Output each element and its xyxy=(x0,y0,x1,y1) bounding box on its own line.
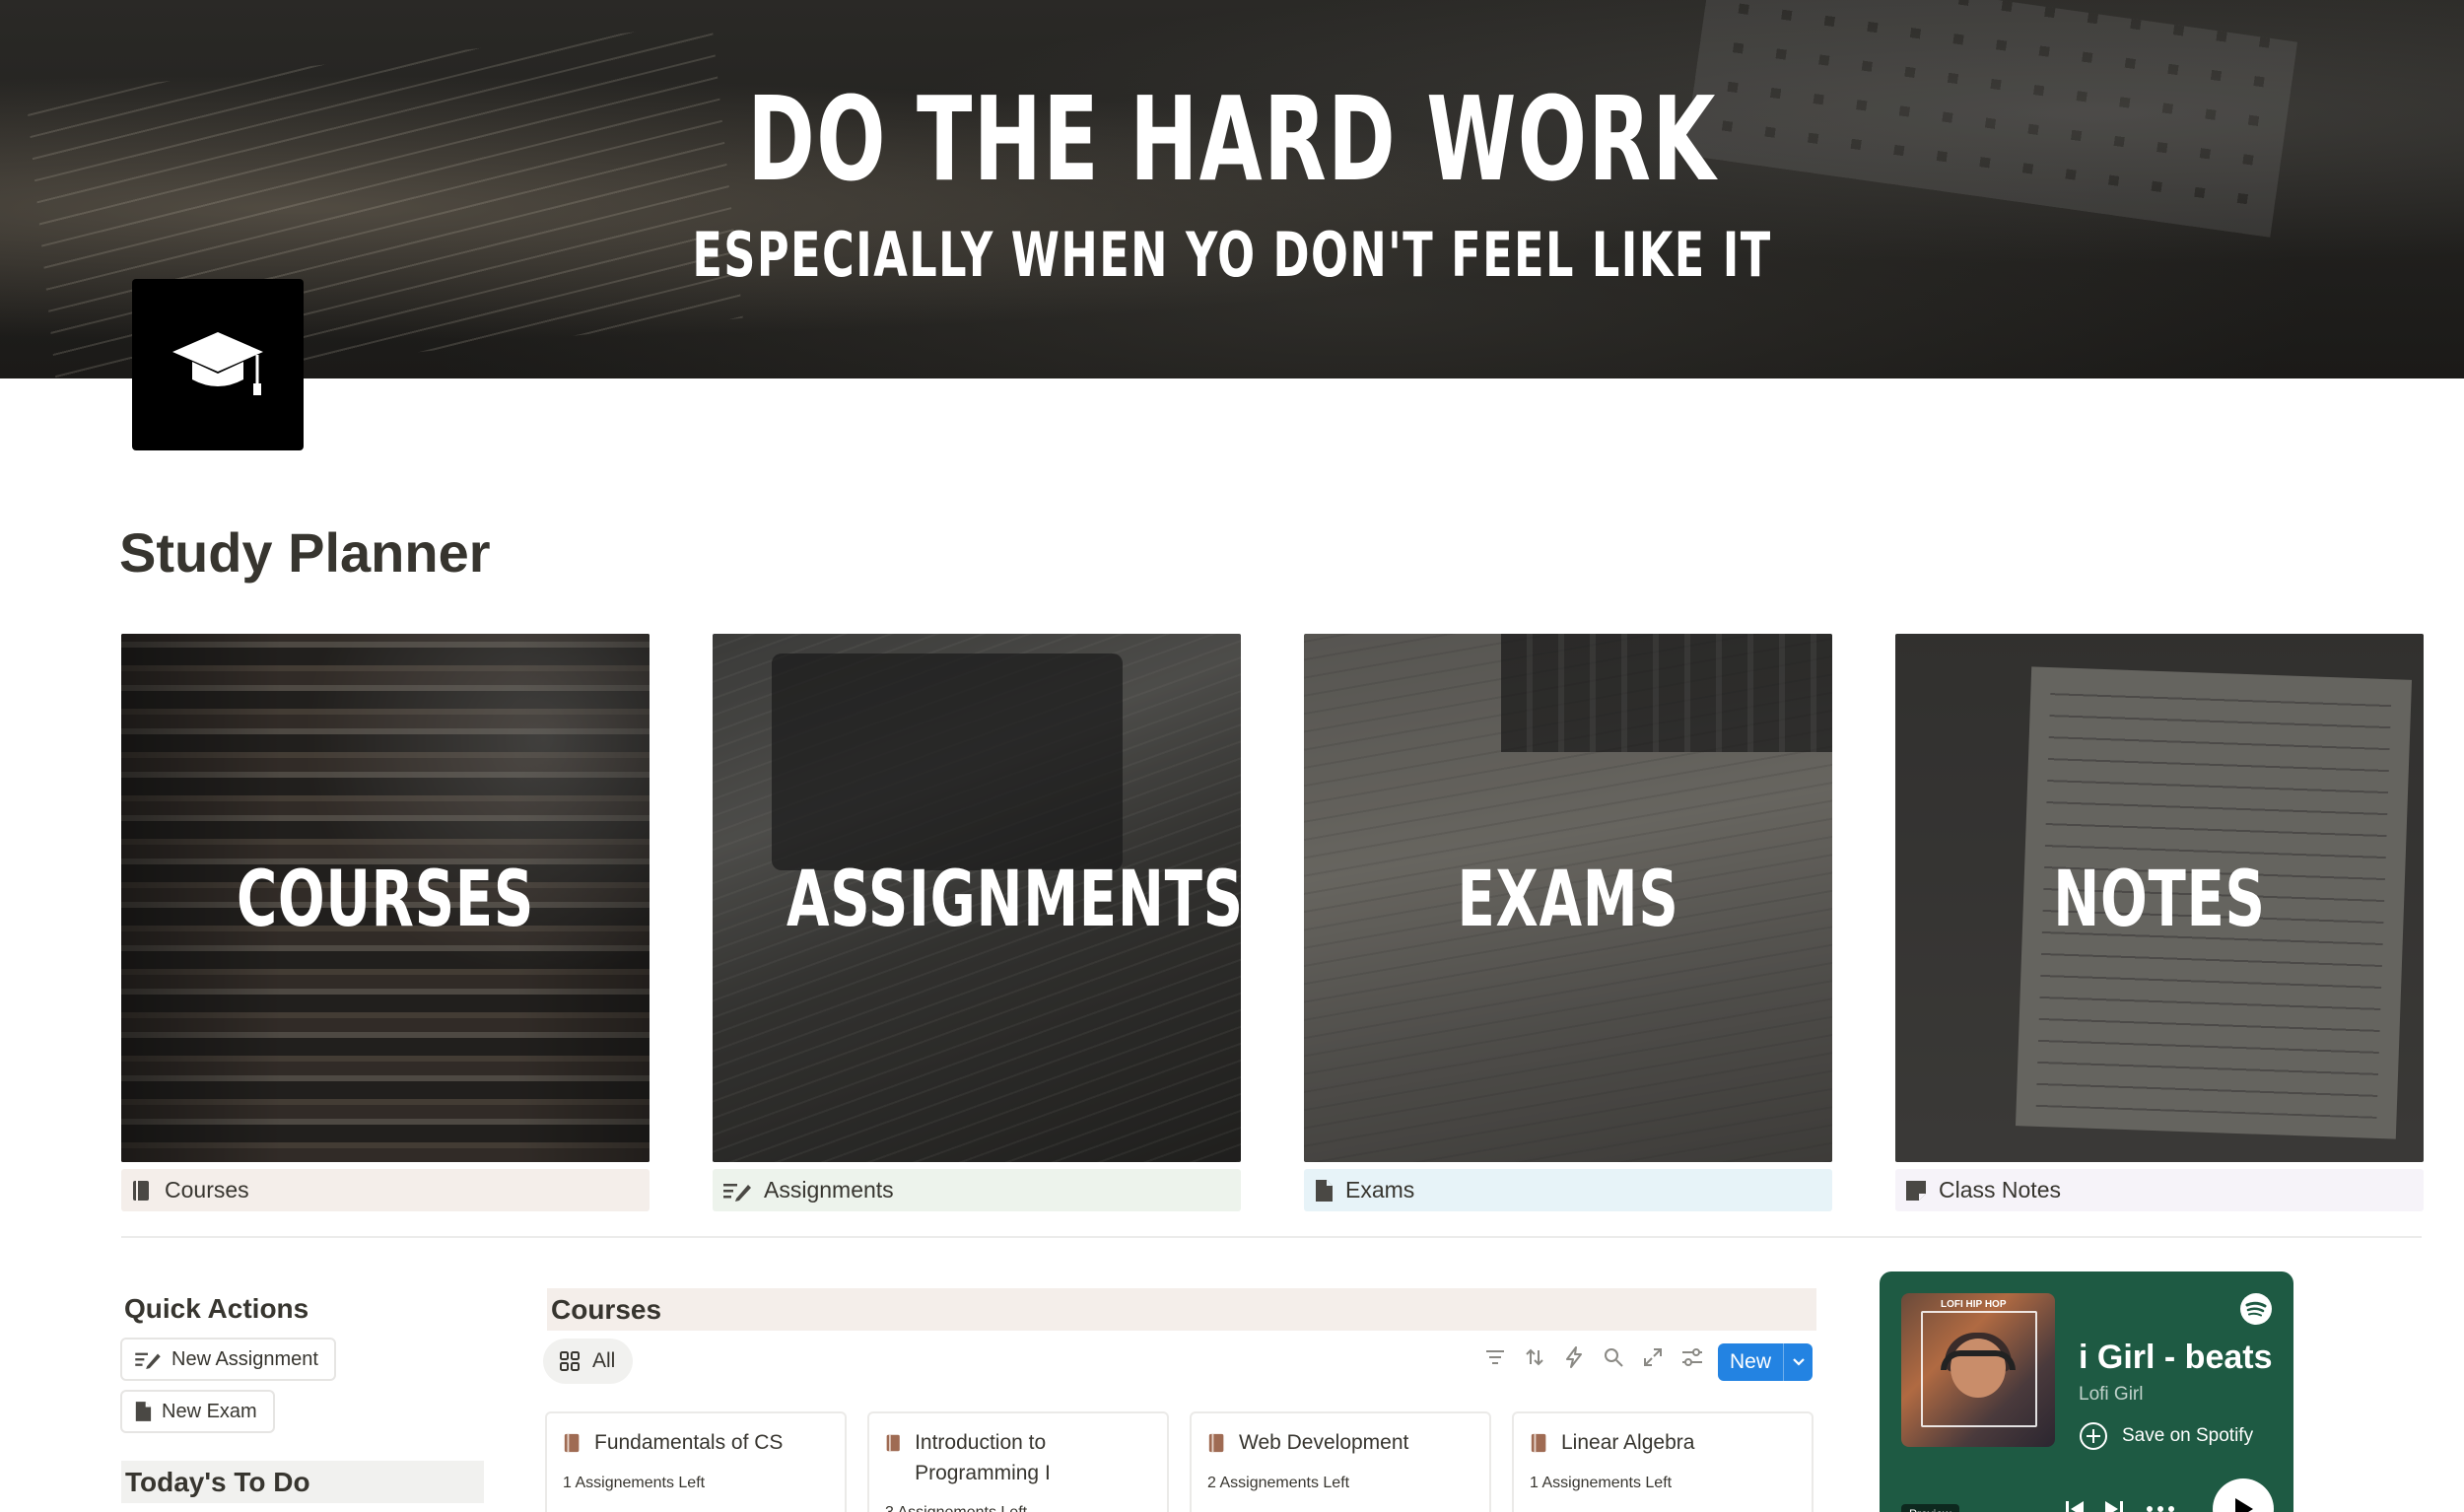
exams-card-label: EXAMS xyxy=(1457,856,1679,944)
course-name: Linear Algebra xyxy=(1561,1431,1695,1454)
book-icon xyxy=(1208,1433,1224,1453)
exams-link-label: Exams xyxy=(1345,1177,1415,1203)
assignments-cover-image[interactable]: ASSIGNMENTS xyxy=(713,634,1241,1162)
document-icon xyxy=(1316,1179,1333,1202)
new-assignment-label: New Assignment xyxy=(171,1347,318,1370)
courses-cover-image[interactable]: COURSES xyxy=(121,634,650,1162)
page-icon[interactable] xyxy=(132,279,304,450)
exams-card[interactable]: EXAMS Exams xyxy=(1304,634,1832,1211)
spotify-embed[interactable]: LOFI HIP HOP i Girl - beats Lofi Girl Sa… xyxy=(1880,1271,2293,1512)
pencil-lines-icon xyxy=(135,1352,161,1369)
save-on-spotify-label: Save on Spotify xyxy=(2122,1425,2254,1446)
expand-icon[interactable] xyxy=(1640,1344,1666,1370)
book-icon xyxy=(564,1433,580,1453)
album-art-tag: LOFI HIP HOP xyxy=(1941,1299,2007,1310)
gallery-grid-icon xyxy=(560,1351,580,1371)
class-notes-link[interactable]: Class Notes xyxy=(1895,1169,2424,1211)
course-assignments-left: 1 Assignements Left xyxy=(563,1475,706,1491)
save-on-spotify-button[interactable]: Save on Spotify xyxy=(2079,1421,2253,1451)
course-assignments-left: 3 Assignements Left xyxy=(885,1504,1027,1512)
pencil-lines-icon xyxy=(723,1183,751,1202)
book-icon xyxy=(133,1180,149,1201)
spotify-logo-icon[interactable] xyxy=(2240,1293,2272,1330)
search-icon[interactable] xyxy=(1601,1344,1626,1370)
course-assignments-left: 2 Assignements Left xyxy=(1207,1475,1350,1491)
graduation-cap-icon xyxy=(172,332,263,395)
chevron-down-icon[interactable] xyxy=(1784,1357,1813,1367)
playback-controls: Preview xyxy=(1901,1465,2274,1512)
course-card[interactable]: Introduction to Programming I 3 Assignem… xyxy=(867,1411,1169,1512)
automation-bolt-icon[interactable] xyxy=(1561,1344,1587,1370)
more-options-icon[interactable] xyxy=(2146,1504,2175,1512)
next-track-icon[interactable] xyxy=(2103,1498,2125,1512)
filter-icon[interactable] xyxy=(1482,1344,1508,1370)
assignments-card-label: ASSIGNMENTS xyxy=(787,856,1241,944)
notes-card-label: NOTES xyxy=(2053,856,2266,944)
previous-track-icon[interactable] xyxy=(2064,1498,2086,1512)
document-icon xyxy=(135,1402,152,1421)
cover-banner: DO THE HARD WORK ESPECIALLY WHEN YO DON'… xyxy=(0,0,2464,378)
assignments-link-label: Assignments xyxy=(764,1177,894,1203)
notes-card[interactable]: NOTES Class Notes xyxy=(1895,634,2424,1211)
banner-subheadline: ESPECIALLY WHEN YO DON'T FEEL LIKE IT xyxy=(692,219,1772,291)
sticky-note-icon xyxy=(1906,1180,1926,1201)
preview-badge: Preview xyxy=(1901,1504,1959,1512)
course-name: Web Development xyxy=(1239,1431,1409,1454)
assignments-card[interactable]: ASSIGNMENTS Assignments xyxy=(713,634,1241,1211)
sort-icon[interactable] xyxy=(1522,1344,1547,1370)
database-toolbar xyxy=(1482,1344,1705,1370)
course-card[interactable]: Web Development 2 Assignements Left xyxy=(1190,1411,1491,1512)
play-button[interactable] xyxy=(2213,1478,2274,1512)
new-assignment-button[interactable]: New Assignment xyxy=(120,1338,336,1381)
courses-card[interactable]: COURSES Courses xyxy=(121,634,650,1211)
courses-link[interactable]: Courses xyxy=(121,1169,650,1211)
exams-cover-image[interactable]: EXAMS xyxy=(1304,634,1832,1162)
view-tab-label: All xyxy=(592,1349,616,1372)
course-card[interactable]: Fundamentals of CS 1 Assignements Left xyxy=(545,1411,847,1512)
new-exam-button[interactable]: New Exam xyxy=(120,1390,275,1433)
plus-circle-icon xyxy=(2080,1422,2107,1450)
play-icon xyxy=(2235,1498,2253,1512)
settings-sliders-icon[interactable] xyxy=(1679,1344,1705,1370)
todays-todo-heading: Today's To Do xyxy=(121,1461,484,1503)
page-title: Study Planner xyxy=(119,521,491,584)
track-title[interactable]: i Girl - beats xyxy=(2079,1339,2273,1377)
notes-cover-image[interactable]: NOTES xyxy=(1895,634,2424,1162)
book-icon xyxy=(1531,1433,1546,1453)
new-exam-label: New Exam xyxy=(162,1400,257,1422)
assignments-link[interactable]: Assignments xyxy=(713,1169,1241,1211)
new-course-button[interactable]: New xyxy=(1718,1343,1813,1381)
course-card[interactable]: Linear Algebra 1 Assignements Left xyxy=(1512,1411,1814,1512)
book-icon xyxy=(886,1434,900,1452)
courses-card-label: COURSES xyxy=(236,856,535,944)
view-tab-all[interactable]: All xyxy=(543,1339,634,1384)
album-art[interactable]: LOFI HIP HOP xyxy=(1901,1293,2055,1447)
section-divider xyxy=(121,1236,2422,1238)
exams-link[interactable]: Exams xyxy=(1304,1169,1832,1211)
quick-actions-heading: Quick Actions xyxy=(124,1293,309,1324)
course-name: Fundamentals of CS xyxy=(594,1431,784,1454)
course-assignments-left: 1 Assignements Left xyxy=(1530,1475,1673,1491)
album-art-frame xyxy=(1921,1311,2037,1427)
banner-headline: DO THE HARD WORK xyxy=(747,71,1717,207)
courses-link-label: Courses xyxy=(165,1177,249,1203)
course-name: Introduction to Programming I xyxy=(915,1431,1051,1484)
courses-database-title[interactable]: Courses xyxy=(547,1288,1816,1331)
class-notes-link-label: Class Notes xyxy=(1939,1177,2061,1203)
new-course-label: New xyxy=(1730,1350,1772,1373)
track-artist[interactable]: Lofi Girl xyxy=(2079,1384,2143,1406)
